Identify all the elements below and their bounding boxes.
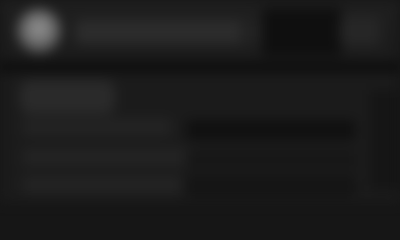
row-field-1[interactable] — [186, 120, 356, 140]
section-label — [20, 80, 115, 114]
user-avatar-icon[interactable] — [17, 9, 61, 53]
menu-icon[interactable] — [340, 16, 380, 46]
row-field-2[interactable] — [186, 150, 356, 170]
row-field-3[interactable] — [186, 176, 356, 196]
header-divider — [0, 62, 400, 72]
row-label-2 — [22, 148, 192, 166]
header-bar — [0, 0, 400, 62]
header-title — [75, 20, 250, 44]
right-edge-panel — [370, 90, 400, 190]
row-label-1 — [22, 118, 172, 136]
row-label-3 — [22, 176, 182, 194]
header-dark-region — [262, 8, 342, 56]
blurred-screen — [0, 0, 400, 202]
